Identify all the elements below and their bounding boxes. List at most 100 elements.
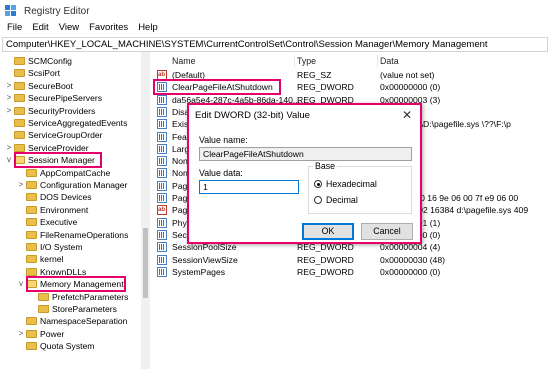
tree-item[interactable]: Quota System	[16, 340, 94, 352]
binary-value-icon	[157, 180, 167, 191]
chevron-right-icon[interactable]: >	[16, 179, 26, 191]
tree-item[interactable]: I/O System	[16, 241, 83, 253]
radio-selected-icon[interactable]	[314, 180, 322, 188]
tree-item[interactable]: ServiceAggregatedEvents	[4, 117, 127, 129]
menu-view[interactable]: View	[59, 22, 79, 36]
tree-scrollbar[interactable]	[141, 52, 150, 369]
chevron-down-icon[interactable]: v	[4, 154, 14, 166]
chevron-right-icon[interactable]: >	[4, 105, 14, 117]
edit-dword-dialog: Edit DWORD (32-bit) Value ✕ Value name: …	[187, 103, 422, 244]
value-row[interactable]: SystemPages REG_DWORD 0x00000000 (0)	[151, 266, 550, 278]
folder-icon	[26, 342, 37, 351]
tree-item-label: SecureBoot	[28, 80, 73, 91]
string-value-icon	[157, 204, 167, 216]
chevron-right-icon[interactable]: >	[16, 328, 26, 340]
menu-bar: File Edit View Favorites Help	[0, 22, 550, 36]
title-bar: Registry Editor	[0, 0, 550, 22]
tree-item-label: Quota System	[40, 341, 95, 352]
binary-value-icon	[157, 242, 167, 253]
binary-value-icon	[157, 217, 167, 228]
tree-item[interactable]: kernel	[16, 253, 63, 265]
binary-value-icon	[157, 143, 167, 154]
binary-value-icon	[157, 94, 167, 105]
address-bar[interactable]: Computer\HKEY_LOCAL_MACHINE\SYSTEM\Curre…	[2, 37, 548, 52]
value-data-input[interactable]: 1	[199, 180, 299, 194]
binary-value-icon	[157, 168, 167, 179]
value-name-label: Value name:	[199, 135, 248, 145]
value-name-field[interactable]: ClearPageFileAtShutdown	[199, 147, 412, 161]
tree-item[interactable]: NamespaceSeparation	[16, 315, 127, 327]
chevron-right-icon[interactable]: >	[4, 142, 14, 154]
cancel-button[interactable]: Cancel	[361, 223, 413, 240]
chevron-down-icon[interactable]: v	[16, 278, 26, 290]
tree-item-label: Configuration Manager	[40, 180, 128, 190]
tree-item[interactable]: SCMConfig	[4, 55, 72, 67]
column-divider[interactable]	[294, 55, 295, 67]
tree-item[interactable]: > SecurePipeServers	[4, 92, 102, 104]
tree-item[interactable]: ServiceGroupOrder	[4, 129, 103, 141]
tree-item[interactable]: PrefetchParameters	[28, 291, 128, 303]
chevron-right-icon[interactable]: >	[4, 80, 14, 92]
radio-unselected-icon[interactable]	[314, 196, 322, 204]
folder-icon	[26, 329, 37, 338]
tree-item[interactable]: > Power	[16, 328, 65, 340]
tree-item[interactable]: FileRenameOperations	[16, 229, 128, 241]
value-type: REG_SZ	[297, 70, 332, 80]
tree-item-label: ScsiPort	[28, 68, 60, 79]
tree-item-label: ServiceGroupOrder	[28, 130, 103, 141]
dialog-title: Edit DWORD (32-bit) Value	[195, 110, 310, 121]
tree-scrollbar-thumb[interactable]	[143, 228, 148, 298]
folder-icon	[14, 119, 25, 127]
tree-item-label: AppCompatCache	[40, 167, 111, 178]
folder-icon	[14, 57, 25, 65]
tree-item-label: SecurePipeServers	[28, 93, 103, 104]
tree-item[interactable]: ScsiPort	[4, 67, 60, 79]
tree-item-label: FileRenameOperations	[40, 229, 129, 240]
tree-item-label: SecurityProviders	[28, 105, 96, 116]
binary-value-icon	[157, 254, 167, 265]
folder-icon	[14, 143, 25, 152]
value-data: (value not set)	[380, 70, 435, 80]
menu-favorites[interactable]: Favorites	[89, 22, 128, 36]
tree-item[interactable]: AppCompatCache	[16, 167, 110, 179]
column-header-name[interactable]: Name	[172, 56, 195, 66]
value-row[interactable]: SessionViewSize REG_DWORD 0x00000030 (48)	[151, 254, 550, 266]
value-type: REG_DWORD	[297, 254, 354, 265]
value-type: REG_DWORD	[297, 82, 354, 93]
folder-icon	[14, 94, 25, 103]
menu-file[interactable]: File	[7, 22, 22, 36]
tree-item-label: SCMConfig	[28, 56, 72, 66]
key-tree: SCMConfig ScsiPort > SecureBoot > SecurePipeS…	[0, 52, 150, 369]
column-header-data[interactable]: Data	[380, 56, 399, 66]
binary-value-icon	[157, 156, 167, 167]
folder-icon	[26, 317, 37, 326]
value-data: 0x00000000 (0)	[380, 82, 441, 93]
folder-icon	[14, 131, 25, 140]
binary-value-icon	[157, 266, 167, 277]
value-type: REG_DWORD	[297, 266, 354, 277]
tree-item[interactable]: > SecureBoot	[4, 80, 73, 92]
binary-value-icon	[157, 131, 167, 142]
base-group: Base Hexadecimal Decimal	[308, 161, 412, 214]
column-header-type[interactable]: Type	[297, 56, 316, 66]
chevron-right-icon[interactable]: >	[4, 92, 14, 104]
tree-item[interactable]: > SecurityProviders	[4, 105, 96, 117]
folder-icon	[26, 193, 37, 202]
tree-item[interactable]: StoreParameters	[28, 303, 117, 315]
tree-item[interactable]: > Configuration Manager	[16, 179, 128, 191]
folder-icon	[38, 305, 49, 313]
folder-icon	[14, 69, 25, 78]
menu-help[interactable]: Help	[138, 22, 158, 36]
binary-value-icon	[157, 193, 167, 203]
close-icon[interactable]: ✕	[402, 108, 412, 122]
tree-item-label: Environment	[40, 204, 89, 215]
column-divider[interactable]	[377, 55, 378, 67]
menu-edit[interactable]: Edit	[32, 22, 48, 36]
tree-item[interactable]: Executive	[16, 216, 77, 228]
radio-decimal[interactable]: Decimal	[314, 195, 358, 205]
value-data-label: Value data:	[199, 168, 243, 178]
tree-item[interactable]: DOS Devices	[16, 191, 92, 203]
ok-button[interactable]: OK	[302, 223, 354, 240]
tree-item[interactable]: Environment	[16, 204, 88, 216]
radio-hexadecimal[interactable]: Hexadecimal	[314, 179, 377, 189]
